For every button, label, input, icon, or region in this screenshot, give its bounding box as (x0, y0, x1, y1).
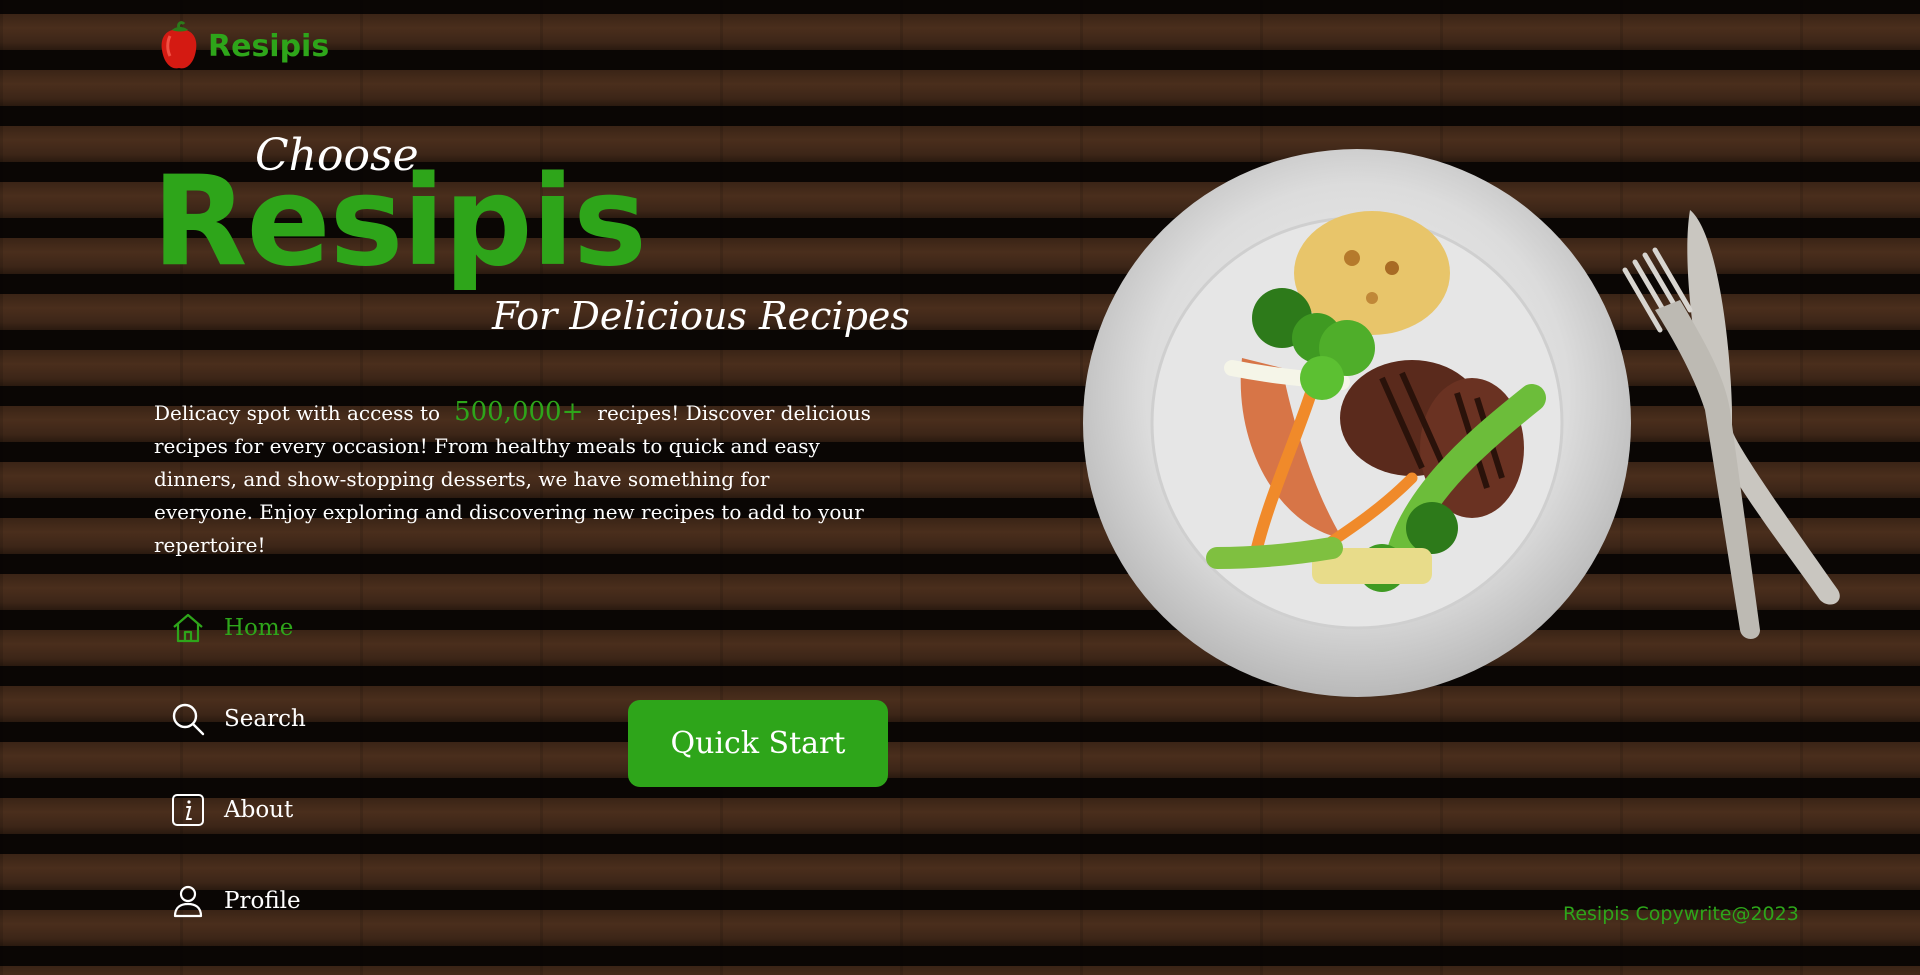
recipe-count: 500,000+ (454, 397, 584, 427)
cutlery-image (1622, 210, 1840, 639)
nav-item-about[interactable]: About (170, 764, 306, 855)
brand-name: Resipis (208, 28, 330, 64)
info-icon (172, 793, 204, 826)
home-icon (173, 613, 203, 642)
nav-label-about: About (224, 796, 294, 823)
plate-food-image (1083, 149, 1631, 697)
nav-label-profile: Profile (224, 887, 301, 914)
bell-pepper-icon (161, 21, 197, 69)
footer-copyright: Resipis Copywrite@2023 (1563, 903, 1799, 925)
hero-tagline: For Delicious Recipes (492, 294, 910, 338)
search-icon (172, 703, 205, 735)
user-icon (173, 885, 203, 917)
nav-label-search: Search (224, 705, 306, 732)
brand-logo[interactable]: Resipis (158, 20, 329, 72)
hero-title: Resipis (152, 150, 647, 294)
nav-item-home[interactable]: Home (170, 582, 306, 673)
desc-before: Delicacy spot with access to (154, 401, 441, 425)
nav-label-home: Home (224, 614, 294, 641)
nav-item-profile[interactable]: Profile (170, 855, 306, 946)
main-nav: Home Search About Profile (170, 582, 306, 946)
hero-description: Delicacy spot with access to 500,000+ reci… (154, 396, 874, 562)
nav-item-search[interactable]: Search (170, 673, 306, 764)
quick-start-button[interactable]: Quick Start (628, 700, 888, 787)
